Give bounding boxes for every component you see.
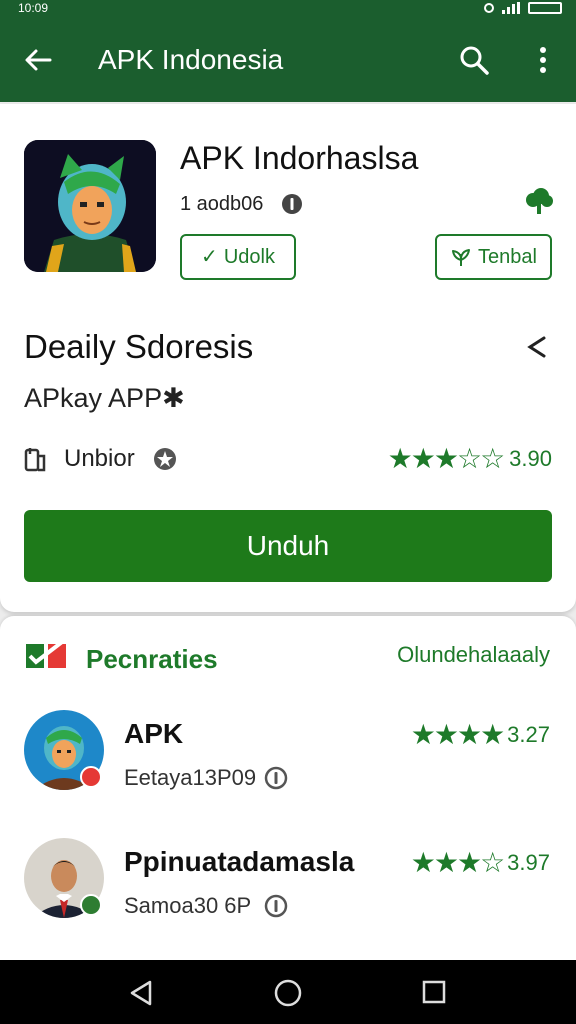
- cloud-tree-icon: [526, 188, 553, 214]
- detail-subtitle: APkay APP✱: [24, 380, 185, 416]
- app-icon-art: [24, 140, 156, 272]
- leaf-icon: [452, 249, 471, 266]
- status-icons: [484, 1, 562, 15]
- info-icon: [264, 894, 288, 918]
- detail-title: Deaily Sdoresis: [24, 328, 254, 365]
- udolk-button-label: Udolk: [223, 246, 275, 268]
- rating-value: 3.90: [509, 445, 552, 471]
- list-item-rating: ★★★★ 3.27: [411, 718, 550, 751]
- list-item-rating: ★★★☆ 3.97: [411, 846, 550, 879]
- detail-subtitle-text: APkay APP: [24, 383, 163, 413]
- tenbal-button-label: Tenbal: [478, 246, 537, 268]
- section-title: Pecnraties: [86, 644, 218, 674]
- app-icon[interactable]: [24, 140, 156, 272]
- recommendations-card: Pecnraties Olundehalaaaly APK Eetaya13P0…: [0, 616, 576, 960]
- avatar-badge: [80, 894, 102, 916]
- alarm-icon: [484, 3, 494, 13]
- nav-recent-icon[interactable]: [420, 978, 448, 1006]
- close-icon[interactable]: [522, 332, 552, 362]
- app-bar: APK Indonesia: [0, 16, 576, 102]
- back-arrow-icon[interactable]: [20, 42, 56, 78]
- list-item-stars: ★★★★: [410, 719, 505, 750]
- list-item-sub: Samoa30 6P: [124, 893, 252, 918]
- rating-stars: ★★★☆☆: [387, 443, 506, 474]
- phone-icon: [24, 448, 46, 472]
- list-item-stars: ★★★☆: [410, 847, 505, 878]
- system-nav-bar: [0, 960, 576, 1024]
- check-icon: ✓: [201, 246, 218, 268]
- tenbal-button[interactable]: Tenbal: [435, 234, 552, 280]
- meta-label: Unbior: [64, 445, 135, 472]
- info-icon: [282, 194, 302, 214]
- download-button[interactable]: Unduh: [24, 510, 552, 582]
- list-item[interactable]: APK Eetaya13P09 ★★★★ 3.27: [0, 706, 576, 816]
- nav-home-icon[interactable]: [273, 978, 303, 1008]
- list-item[interactable]: Ppinuatadamaslа Samoa30 6P ★★★☆ 3.97: [0, 834, 576, 944]
- list-item-rating-value: 3.27: [507, 721, 550, 747]
- app-detail-card: APK Indorhaslsa 1 aodb06 ✓ Udolk Tenbal …: [0, 104, 576, 612]
- app-name: APK Indorhaslsa: [180, 140, 419, 176]
- info-icon: [264, 766, 288, 790]
- udolk-button[interactable]: ✓ Udolk: [180, 234, 296, 280]
- status-bar: 10:09: [0, 0, 576, 16]
- signal-icon: [502, 2, 520, 14]
- app-bar-title: APK Indonesia: [98, 44, 284, 75]
- list-item-sub: Eetaya13P09: [124, 765, 257, 790]
- more-vert-icon[interactable]: [526, 42, 560, 78]
- list-item-name: APK: [124, 718, 184, 749]
- app-rating: ★★★☆☆ 3.90: [388, 442, 552, 475]
- list-item-rating-value: 3.97: [507, 849, 550, 875]
- battery-icon: [528, 2, 562, 14]
- section-logo-icon: [26, 640, 66, 668]
- status-time: 10:09: [18, 1, 49, 15]
- badge-icon: [154, 448, 176, 470]
- search-icon[interactable]: [456, 42, 492, 78]
- list-item-name: Ppinuatadamaslа: [124, 846, 355, 877]
- section-link[interactable]: Olundehalaaaly: [397, 640, 550, 670]
- app-id-text: 1 aodb06: [180, 193, 264, 215]
- sparkle-icon: ✱: [162, 383, 185, 413]
- avatar-badge: [80, 766, 102, 788]
- nav-back-icon[interactable]: [126, 978, 156, 1008]
